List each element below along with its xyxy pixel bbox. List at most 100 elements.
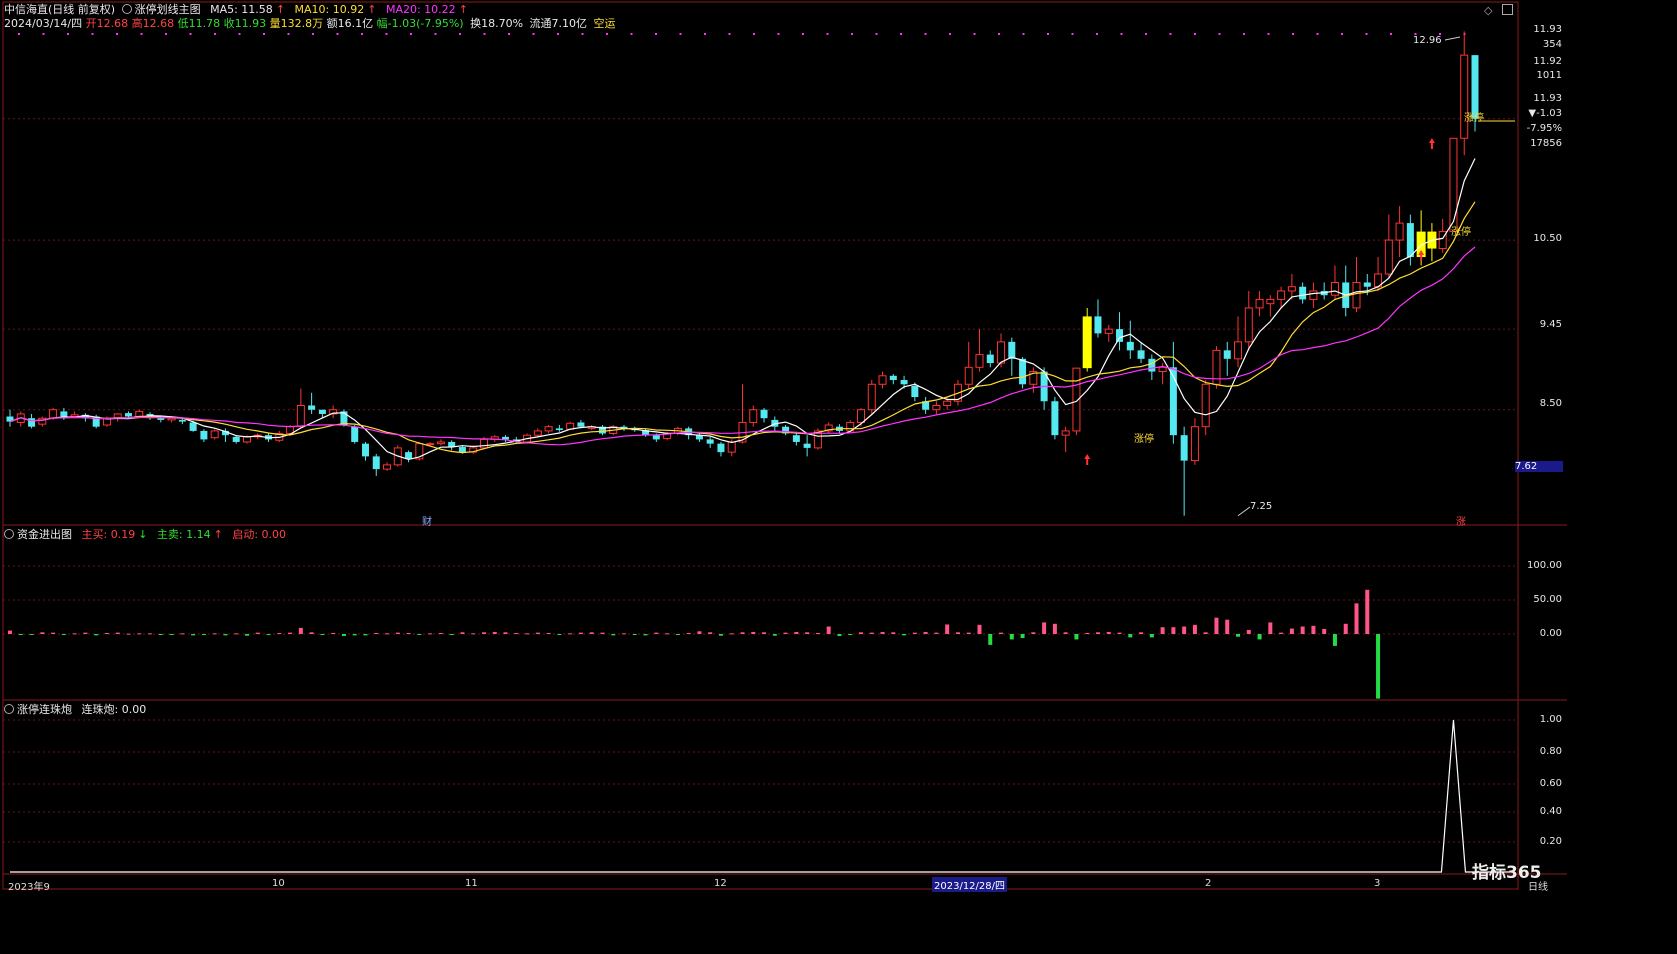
candle-body-down — [1008, 341, 1016, 359]
top-dot-marker — [434, 33, 437, 35]
flow-sell-bar — [158, 634, 163, 635]
time-label-sep: 2023年9 — [8, 882, 50, 893]
flow-buy-bar — [255, 632, 260, 634]
top-dot-marker — [557, 33, 559, 35]
candle-body-down — [1148, 358, 1156, 372]
candle-body-up — [210, 430, 219, 439]
top-dot-marker — [238, 33, 241, 35]
candle-body-down — [458, 447, 466, 453]
flow-sell-bar — [902, 634, 907, 636]
candle-body-up — [1255, 298, 1264, 309]
flow-buy-bar — [955, 632, 960, 634]
zt-candle-body — [1082, 316, 1092, 369]
top-dot-marker — [728, 33, 731, 35]
flow-buy-bar — [525, 633, 530, 635]
top-dot-marker — [1120, 33, 1123, 35]
candle-body-down — [555, 428, 563, 431]
top-dot-marker — [753, 33, 755, 35]
candle-body-up — [1201, 383, 1210, 428]
minimize-icon[interactable] — [1501, 4, 1513, 15]
zt-label-2: 涨停 — [1451, 227, 1471, 238]
flow-buy-bar — [331, 632, 336, 634]
candle-body-down — [1363, 282, 1371, 287]
flow-buy-bar — [740, 632, 745, 634]
flow-sell-bar — [1376, 634, 1381, 699]
flow-sell-bar — [94, 634, 99, 636]
candle-body-down — [308, 405, 316, 410]
flow-sell-bar — [988, 634, 993, 645]
flow-buy-bar — [438, 632, 443, 634]
top-dot-marker — [67, 33, 69, 35]
candle-body-up — [49, 409, 58, 419]
candle-body-up — [167, 417, 176, 421]
flow-buy-bar — [1031, 632, 1036, 634]
candle-body-up — [975, 354, 984, 368]
top-dot-marker — [1096, 33, 1098, 35]
candle-body-down — [1094, 316, 1102, 334]
flow-buy-bar — [654, 632, 659, 634]
lianzhu-settings-icon[interactable] — [4, 704, 14, 714]
flow-buy-bar — [783, 632, 788, 634]
flow-sell-bar — [29, 634, 34, 635]
flow-buy-bar — [600, 632, 605, 634]
zhang-event-marker[interactable]: 涨 — [1456, 513, 1466, 528]
top-dot-marker — [900, 33, 902, 35]
candle-body-down — [1116, 329, 1124, 342]
flow-buy-bar — [503, 632, 508, 634]
candle-body-down — [232, 436, 240, 442]
indicator-settings-icon[interactable] — [121, 4, 132, 14]
candle-body-up — [943, 400, 952, 406]
top-dot-marker — [1022, 33, 1025, 35]
flow-buy: 主买: 0.19 ↓ — [81, 528, 148, 541]
candle-body-up — [296, 404, 305, 428]
top-dot-marker — [581, 33, 584, 35]
candle-body-up — [544, 426, 553, 432]
diamond-icon[interactable]: ◇ — [1484, 4, 1492, 17]
flow-buy-bar — [115, 632, 120, 634]
zt-up-arrow — [1084, 454, 1091, 465]
flow-buy-bar — [1117, 632, 1122, 634]
candle-body-up — [383, 464, 392, 470]
flow-buy-bar — [1085, 632, 1090, 634]
flow-buy-bar — [912, 632, 917, 634]
flow-sell-bar — [837, 634, 842, 637]
flow-buy-bar — [51, 632, 56, 634]
flow-buy-bar — [309, 632, 314, 634]
indicator-name[interactable]: 涨停划线主图 — [121, 3, 204, 16]
right-price: 11.93 — [1533, 24, 1562, 35]
candle-body-down — [792, 435, 800, 442]
flow-buy-bar — [568, 633, 573, 635]
top-dot-marker — [336, 33, 339, 35]
right-17856: 17856 — [1530, 138, 1562, 149]
flow-settings-icon[interactable] — [4, 529, 14, 539]
flow-buy-bar — [83, 632, 88, 634]
candle-body-up — [1287, 286, 1296, 292]
top-dot-marker — [1145, 33, 1147, 35]
candle-body-down — [577, 422, 585, 427]
candle-body-down — [1223, 350, 1231, 359]
top-dot-marker — [385, 33, 388, 35]
candle-body-down — [911, 385, 919, 397]
flow-panel-name[interactable]: 资金进出图 — [4, 528, 75, 541]
top-dot-marker — [1365, 33, 1368, 35]
top-dot-marker — [1169, 33, 1172, 35]
lianzhu-panel-name[interactable]: 涨停连珠炮 — [4, 703, 75, 716]
flow-buy-bar — [977, 624, 982, 634]
flow-sell-bar — [169, 634, 174, 636]
candle-body-up — [1061, 430, 1070, 436]
flow-sell-bar — [632, 634, 637, 636]
flow-panel-header: 资金进出图 主买: 0.19 ↓ 主卖: 1.14 ↑ 启动: 0.00 — [4, 528, 289, 542]
flow-buy-bar — [891, 632, 896, 634]
candle-body-down — [351, 426, 359, 442]
top-dot-marker — [1316, 33, 1319, 35]
top-dot-marker — [826, 33, 829, 35]
cai-event-marker[interactable]: 财 — [422, 513, 432, 528]
flow-buy-bar — [395, 632, 400, 634]
flow-buy-bar — [148, 633, 153, 635]
candle-body-up — [1352, 281, 1361, 309]
quote-concept[interactable]: 空运 — [594, 17, 616, 30]
flow-sell-bar — [363, 634, 368, 636]
lianzhu-tick-06: 0.60 — [1539, 778, 1562, 789]
high-annotation: 12.96 — [1413, 35, 1442, 46]
lianzhu-tick-08: 0.80 — [1539, 746, 1562, 757]
